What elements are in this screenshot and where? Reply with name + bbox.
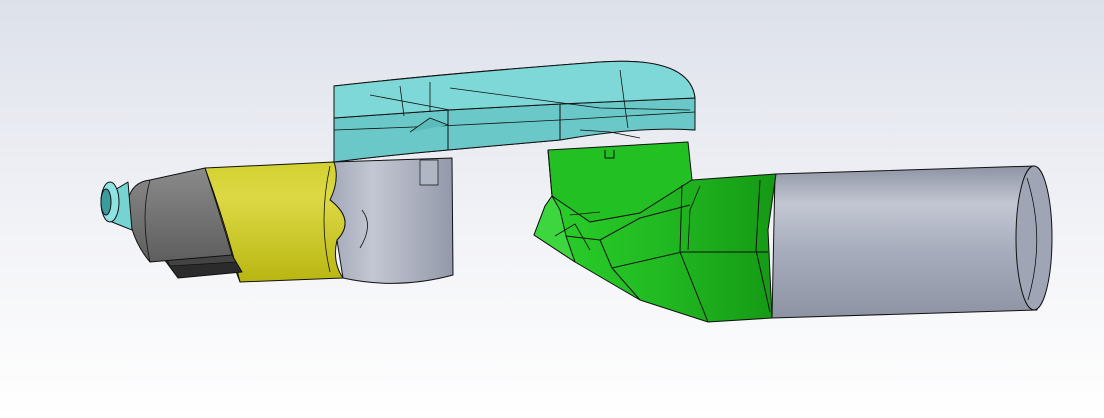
right-grey-cylinder[interactable] <box>771 165 1053 319</box>
cad-model-canvas[interactable] <box>0 0 1104 418</box>
center-grey-column[interactable] <box>329 157 454 284</box>
cad-viewport[interactable] <box>0 0 1104 418</box>
